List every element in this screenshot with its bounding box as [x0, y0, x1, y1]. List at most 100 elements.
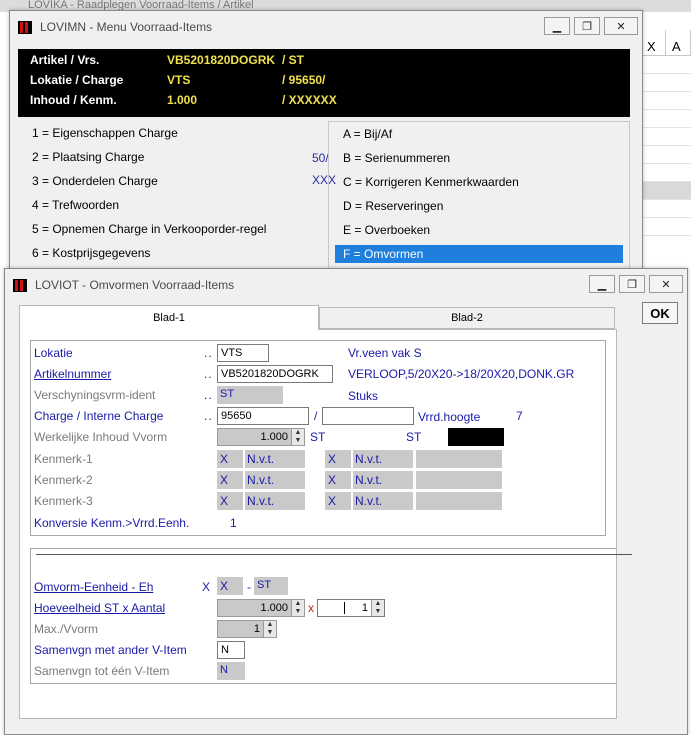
minimize-icon: ▁ — [597, 278, 607, 291]
kenmerk-1-label: Kenmerk-1 — [34, 452, 93, 466]
menu-mid-value-1: 50/ — [312, 151, 329, 165]
menu-item-5[interactable]: 5 = Opnemen Charge in Verkooporder-regel — [18, 217, 326, 241]
spinner-arrows-icon[interactable]: ▲ ▼ — [291, 429, 304, 445]
hoeveelheid-spinner[interactable]: 1.000 ▲ ▼ — [217, 599, 305, 617]
menu-window-title: LOVIMN - Menu Voorraad-Items — [40, 20, 213, 34]
hoeveelheid-times: x — [308, 601, 314, 615]
dialog-titlebar[interactable]: LOVIOT - Omvormen Voorraad-Items ▁ ❐ ✕ — [5, 269, 687, 299]
vrrd-hoogte-label: Vrrd.hoogte — [418, 410, 481, 424]
menu-left-list: 1 = Eigenschappen Charge 2 = Plaatsing C… — [18, 121, 326, 273]
omvorm-eenheid-x: X — [202, 580, 211, 594]
kenmerk-1-x2: X — [325, 450, 351, 468]
omvorm-eenheid-box: X — [217, 577, 243, 595]
omvorm-eenheid-unit: ST — [254, 577, 288, 595]
max-vvorm-spinner[interactable]: 1 ▲ ▼ — [217, 620, 277, 638]
kenmerk-2-x1: X — [217, 471, 243, 489]
kenmerk-3-label: Kenmerk-3 — [34, 494, 93, 508]
kenmerk-1-nvt2: N.v.t. — [353, 450, 413, 468]
menu-window-titlebar[interactable]: LOVIMN - Menu Voorraad-Items ▁ ❐ ✕ — [10, 11, 642, 41]
kenmerk-3-x1: X — [217, 492, 243, 510]
spinner-arrows-icon[interactable]: ▲ ▼ — [371, 600, 384, 616]
info-value-versie: / ST — [282, 53, 305, 67]
kenmerk-1-x1: X — [217, 450, 243, 468]
app-logo-icon — [18, 21, 32, 34]
menu-item-f-selected[interactable]: F = Omvormen — [335, 245, 623, 263]
grid-header-a[interactable]: A — [666, 30, 691, 55]
menu-right-list: A = Bij/Af B = Serienummeren C = Korrige… — [328, 121, 630, 273]
menu-item-2[interactable]: 2 = Plaatsing Charge — [18, 145, 326, 169]
menu-item-4[interactable]: 4 = Trefwoorden — [18, 193, 326, 217]
verschijningsvorm-dots: .. — [204, 388, 213, 402]
menu-item-c[interactable]: C = Korrigeren Kenmerkwaarden — [329, 170, 629, 194]
dialog-close-button[interactable]: ✕ — [649, 275, 683, 293]
kenmerk-2-x2: X — [325, 471, 351, 489]
samenvgn-een-value: N — [217, 662, 245, 680]
background-grid: X A — [640, 30, 691, 270]
info-value-kenmerk: / XXXXXX — [282, 93, 337, 107]
inhoud-unit: ST — [310, 430, 326, 444]
spinner-arrows-icon[interactable]: ▲ ▼ — [291, 600, 304, 616]
aantal-value: 1 — [361, 602, 368, 614]
inhoud-value: 1.000 — [260, 431, 288, 443]
menu-item-b[interactable]: B = Serienummeren — [329, 146, 629, 170]
inhoud-spinner[interactable]: 1.000 ▲ ▼ — [217, 428, 305, 446]
menu-item-e[interactable]: E = Overboeken — [329, 218, 629, 242]
interne-charge-input[interactable] — [322, 407, 414, 425]
kenmerk-2-nvt2: N.v.t. — [353, 471, 413, 489]
info-value-lokatie: VTS — [167, 73, 191, 87]
lokatie-dots: .. — [204, 346, 213, 360]
kenmerk-1-extra — [416, 450, 502, 468]
tab-blad-2[interactable]: Blad-2 — [319, 307, 615, 329]
text-cursor — [344, 602, 345, 614]
verschijningsvorm-description: Stuks — [348, 389, 379, 403]
kenmerk-3-nvt2: N.v.t. — [353, 492, 413, 510]
samenvgn-een-label: Samenvgn tot één V-Item — [34, 664, 170, 678]
kenmerk-2-nvt1: N.v.t. — [245, 471, 305, 489]
lokatie-input[interactable]: VTS — [217, 344, 269, 362]
ok-button[interactable]: OK — [642, 302, 678, 324]
dialog-minimize-button[interactable]: ▁ — [589, 275, 615, 293]
spinner-arrows-icon[interactable]: ▲ ▼ — [263, 621, 276, 637]
lokatie-description: Vr.veen vak S — [348, 346, 422, 360]
lokatie-label: Lokatie — [34, 346, 73, 360]
charge-input[interactable]: 95650 — [217, 407, 309, 425]
menu-item-a[interactable]: A = Bij/Af — [329, 122, 629, 146]
app-logo-icon — [13, 279, 27, 292]
menu-window: LOVIMN - Menu Voorraad-Items ▁ ❐ ✕ Artik… — [9, 10, 643, 273]
maximize-button[interactable]: ❐ — [574, 17, 600, 35]
grid-header-x[interactable]: X — [641, 30, 666, 55]
close-icon: ✕ — [661, 278, 671, 291]
charge-slash: / — [314, 409, 318, 423]
separator-line — [36, 554, 632, 555]
hoeveelheid-value: 1.000 — [260, 602, 288, 614]
menu-item-3[interactable]: 3 = Onderdelen Charge — [18, 169, 326, 193]
tab-content: Lokatie .. VTS Vr.veen vak S Artikelnumm… — [19, 329, 632, 719]
max-vvorm-value: 1 — [253, 623, 260, 635]
samenvgn-ander-input[interactable]: N — [217, 641, 245, 659]
aantal-spinner[interactable]: 1 ▲ ▼ — [317, 599, 385, 617]
info-label-inhoud: Inhoud / Kenm. — [30, 93, 117, 107]
info-label-artikel: Artikel / Vrs. — [30, 53, 100, 67]
menu-item-1[interactable]: 1 = Eigenschappen Charge — [18, 121, 326, 145]
dialog-maximize-button[interactable]: ❐ — [619, 275, 645, 293]
info-value-inhoud: 1.000 — [167, 93, 198, 107]
kenmerk-1-nvt1: N.v.t. — [245, 450, 305, 468]
kenmerk-3-nvt1: N.v.t. — [245, 492, 305, 510]
minimize-button[interactable]: ▁ — [544, 17, 570, 35]
minimize-icon: ▁ — [552, 20, 562, 33]
artikelnummer-label[interactable]: Artikelnummer — [34, 367, 111, 381]
item-info-box: Artikel / Vrs. VB5201820DOGRK / ST Lokatie… — [18, 49, 630, 117]
info-label-lokatie: Lokatie / Charge — [30, 73, 124, 87]
menu-item-d[interactable]: D = Reserveringen — [329, 194, 629, 218]
info-value-artikel: VB5201820DOGRK — [167, 53, 276, 67]
inhoud-label: Werkelijke Inhoud Vvorm — [34, 430, 168, 444]
tab-blad-1[interactable]: Blad-1 — [19, 305, 319, 330]
close-button[interactable]: ✕ — [604, 17, 638, 35]
vrrd-hoogte-value: 7 — [516, 409, 523, 423]
artikelnummer-input[interactable]: VB5201820DOGRK — [217, 365, 333, 383]
omvorm-eenheid-label[interactable]: Omvorm-Eenheid - Eh — [34, 580, 153, 594]
hoeveelheid-label[interactable]: Hoeveelheid ST x Aantal — [34, 601, 165, 615]
konversie-value: 1 — [230, 516, 237, 530]
konversie-label: Konversie Kenm.>Vrrd.Eenh. — [34, 516, 190, 530]
menu-item-6[interactable]: 6 = Kostprijsgegevens — [18, 241, 326, 265]
